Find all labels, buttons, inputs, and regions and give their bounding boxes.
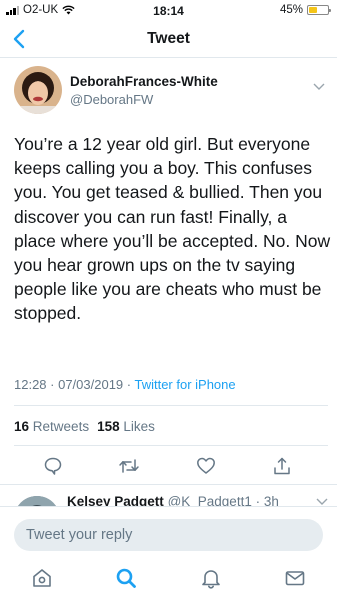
author-handle: @DeborahFW bbox=[70, 92, 154, 107]
heart-icon bbox=[197, 457, 215, 474]
chevron-down-icon bbox=[313, 83, 325, 90]
comment-icon bbox=[44, 457, 62, 475]
author-info[interactable]: DeborahFrances-White @DeborahFW bbox=[70, 74, 218, 107]
status-right: 45% bbox=[279, 4, 331, 16]
avatar[interactable] bbox=[14, 66, 62, 114]
like-button[interactable] bbox=[195, 455, 217, 477]
retweets-count: 16 bbox=[14, 419, 30, 434]
author-name: DeborahFrances-White bbox=[70, 74, 218, 89]
divider bbox=[14, 445, 328, 446]
share-icon bbox=[274, 457, 290, 475]
divider bbox=[14, 405, 328, 406]
likes-label: Likes bbox=[123, 419, 155, 434]
tab-search[interactable] bbox=[114, 566, 138, 590]
tab-messages[interactable] bbox=[283, 566, 307, 590]
tweet-timestamp: 12:28 · 07/03/2019 · bbox=[14, 377, 135, 392]
battery-icon bbox=[307, 5, 331, 15]
tab-notifications[interactable] bbox=[199, 566, 223, 590]
home-icon bbox=[33, 569, 51, 587]
tab-home[interactable] bbox=[30, 566, 54, 590]
likes-stat[interactable]: 158 Likes bbox=[97, 419, 155, 434]
likes-count: 158 bbox=[97, 419, 120, 434]
status-bar: O2-UK 18:14 45% bbox=[0, 0, 337, 20]
tweet-meta: 12:28 · 07/03/2019 · Twitter for iPhone bbox=[14, 377, 236, 392]
tweet-text: You’re a 12 year old girl. But everyone … bbox=[14, 134, 331, 324]
share-button[interactable] bbox=[271, 455, 293, 477]
battery-fill bbox=[309, 7, 318, 13]
chevron-down-icon[interactable] bbox=[316, 498, 328, 506]
page-title: Tweet bbox=[147, 30, 190, 47]
retweet-button[interactable] bbox=[118, 455, 140, 477]
divider bbox=[0, 484, 337, 485]
tweet-stats: 16 Retweets 158 Likes bbox=[14, 419, 155, 434]
retweets-label: Retweets bbox=[32, 419, 90, 434]
search-icon bbox=[116, 568, 136, 588]
mail-icon bbox=[285, 571, 305, 586]
tweet-actions bbox=[0, 455, 337, 479]
reply-button[interactable] bbox=[42, 455, 64, 477]
retweet-icon bbox=[119, 459, 139, 473]
battery-percent: 45% bbox=[279, 4, 303, 16]
bell-icon bbox=[202, 570, 220, 589]
tweet-source-link[interactable]: Twitter for iPhone bbox=[134, 377, 235, 392]
nav-bar: Tweet bbox=[0, 20, 337, 58]
tweet-header: DeborahFrances-White @DeborahFW bbox=[14, 66, 325, 118]
reply-composer bbox=[0, 506, 337, 556]
tab-bar bbox=[0, 556, 337, 600]
reply-input[interactable] bbox=[14, 519, 323, 551]
retweets-stat[interactable]: 16 Retweets bbox=[14, 419, 89, 434]
avatar-image bbox=[14, 66, 62, 114]
tweet-options-button[interactable] bbox=[313, 78, 325, 96]
